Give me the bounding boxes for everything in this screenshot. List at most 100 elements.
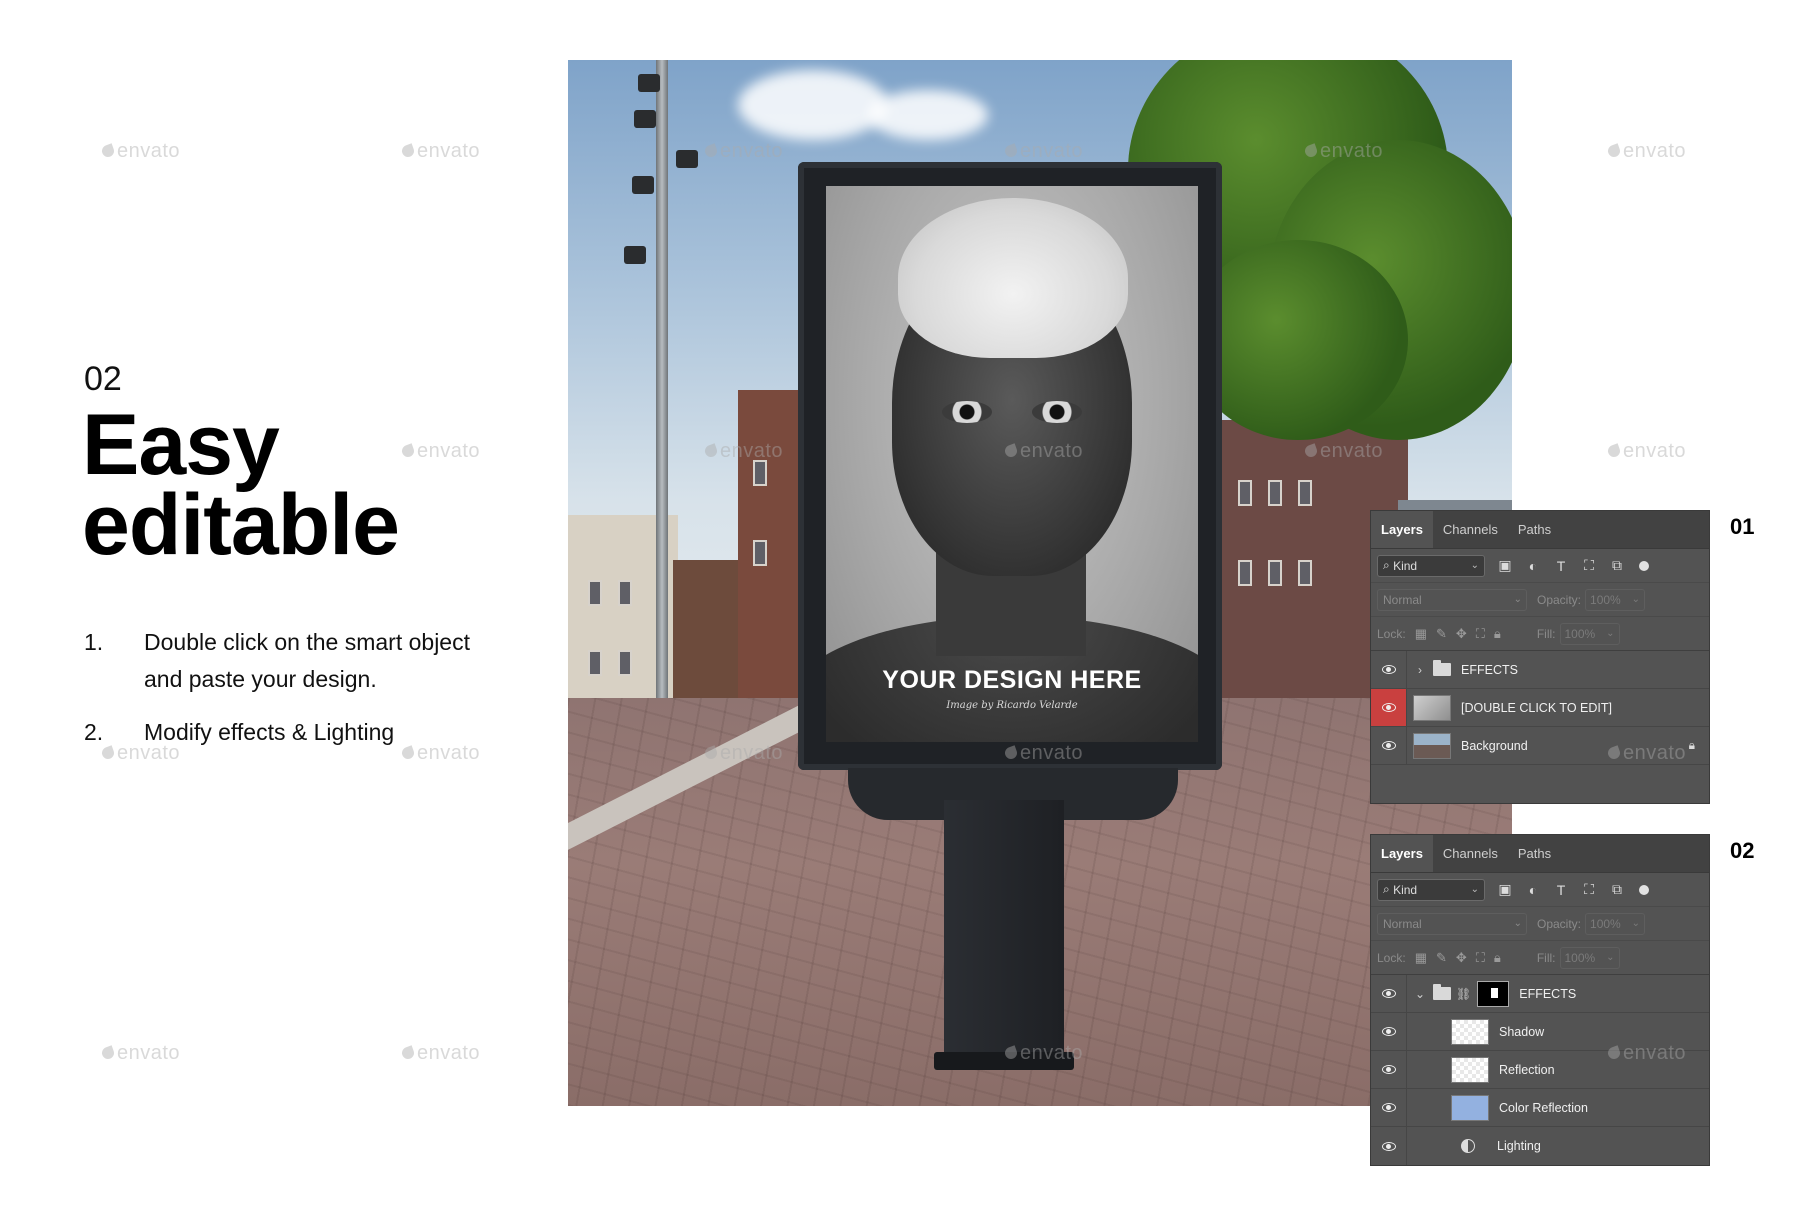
blend-mode-value: Normal xyxy=(1383,916,1422,931)
opacity-field[interactable]: 100% ⌄ xyxy=(1585,588,1646,611)
kind-filter-select[interactable]: ⌕ Kind ⌄ xyxy=(1377,554,1485,577)
lock-all-icon[interactable]: 🔒︎ xyxy=(1494,950,1501,966)
eye-icon xyxy=(1381,1141,1396,1151)
fill-field[interactable]: 100% ⌄ xyxy=(1559,946,1620,969)
chevron-down-icon: ⌄ xyxy=(1470,560,1479,571)
model-hair xyxy=(898,198,1128,358)
instruction-number: 1. xyxy=(84,629,104,655)
filter-toggle[interactable] xyxy=(1639,560,1649,571)
visibility-toggle[interactable] xyxy=(1371,1013,1407,1050)
watermark: envato xyxy=(1303,140,1383,163)
watermark: envato xyxy=(1003,440,1083,463)
chevron-down-icon: ⌄ xyxy=(1513,593,1522,605)
lock-transparency-icon[interactable]: ▦ xyxy=(1415,626,1427,642)
smart-object-thumbnail xyxy=(1413,694,1451,721)
lock-pixels-icon[interactable]: ✎ xyxy=(1436,626,1447,642)
tab-paths[interactable]: Paths xyxy=(1508,511,1561,548)
shape-filter-icon[interactable]: ⛶ xyxy=(1581,881,1597,898)
window xyxy=(753,540,767,566)
model-eye xyxy=(1032,401,1082,423)
blend-mode-select[interactable]: Normal ⌄ xyxy=(1377,912,1527,935)
layer-name: Background xyxy=(1461,738,1528,753)
panel-tabs: Layers Channels Paths xyxy=(1371,835,1709,873)
layer-name: Color Reflection xyxy=(1499,1100,1588,1115)
eye-icon xyxy=(1381,1065,1396,1074)
window xyxy=(1298,560,1312,586)
billboard-poster[interactable]: YOUR DESIGN HERE Image by Ricardo Velard… xyxy=(826,186,1198,742)
window xyxy=(618,650,632,676)
fill-field[interactable]: 100% ⌄ xyxy=(1559,622,1620,645)
kind-filter-select[interactable]: ⌕ Kind ⌄ xyxy=(1377,878,1485,901)
lamp-head xyxy=(676,150,698,168)
visibility-toggle[interactable] xyxy=(1371,651,1407,688)
layer-name: [DOUBLE CLICK TO EDIT] xyxy=(1461,700,1612,715)
layer-row-effects[interactable]: › EFFECTS xyxy=(1371,651,1709,689)
type-filter-icon[interactable]: T xyxy=(1553,882,1569,898)
opacity-label: Opacity: xyxy=(1537,592,1582,607)
visibility-toggle[interactable] xyxy=(1371,1089,1407,1126)
lock-artboard-icon[interactable]: ⛶ xyxy=(1476,950,1485,966)
chevron-down-icon: ⌄ xyxy=(1631,593,1641,605)
blend-mode-select[interactable]: Normal ⌄ xyxy=(1377,588,1527,611)
color-fill-thumbnail xyxy=(1451,1094,1489,1121)
blend-row: Normal ⌄ Opacity: 100% ⌄ xyxy=(1371,583,1709,617)
watermark: envato xyxy=(1606,742,1686,765)
adjustment-filter-icon[interactable]: ◐ xyxy=(1525,558,1541,574)
window xyxy=(618,580,632,606)
lock-artboard-icon[interactable]: ⛶ xyxy=(1476,626,1485,642)
image-filter-icon[interactable]: ▣ xyxy=(1497,557,1513,574)
filter-toggle[interactable] xyxy=(1639,884,1649,895)
eye-icon xyxy=(1381,741,1396,750)
panel-label-02: 02 xyxy=(1730,838,1755,863)
chevron-right-icon[interactable]: › xyxy=(1413,663,1427,677)
watermark: envato xyxy=(400,140,480,163)
tab-channels[interactable]: Channels xyxy=(1433,835,1508,872)
lock-position-icon[interactable]: ✥ xyxy=(1456,950,1467,966)
fill-value: 100% xyxy=(1564,950,1596,965)
image-filter-icon[interactable]: ▣ xyxy=(1497,881,1513,898)
window xyxy=(1268,480,1282,506)
panel-empty-area xyxy=(1371,765,1709,803)
smart-object-filter-icon[interactable]: ⧉ xyxy=(1609,557,1625,574)
opacity-value: 100% xyxy=(1590,916,1621,931)
lock-transparency-icon[interactable]: ▦ xyxy=(1415,950,1427,966)
folder-icon xyxy=(1433,984,1451,1000)
fill-value: 100% xyxy=(1564,626,1596,641)
watermark: envato xyxy=(703,440,783,463)
lock-pixels-icon[interactable]: ✎ xyxy=(1436,950,1447,966)
filter-row: ⌕ Kind ⌄ ▣ ◐ T ⛶ ⧉ xyxy=(1371,549,1709,583)
opacity-field[interactable]: 100% ⌄ xyxy=(1585,912,1646,935)
layer-row-lighting[interactable]: Lighting xyxy=(1371,1127,1709,1165)
layer-row-smart-object[interactable]: [DOUBLE CLICK TO EDIT] xyxy=(1371,689,1709,727)
adjustment-filter-icon[interactable]: ◐ xyxy=(1525,882,1541,898)
layer-name: Lighting xyxy=(1497,1139,1541,1153)
chevron-down-icon: ⌄ xyxy=(1631,917,1641,929)
layer-mask-thumbnail[interactable] xyxy=(1477,980,1510,1007)
instruction-item: 1. Double click on the smart object and … xyxy=(84,624,504,698)
visibility-toggle[interactable] xyxy=(1371,1051,1407,1088)
cloud xyxy=(738,70,888,140)
link-icon: ⛓ xyxy=(1456,986,1472,1001)
lock-position-icon[interactable]: ✥ xyxy=(1456,626,1467,642)
tab-layers[interactable]: Layers xyxy=(1371,511,1433,548)
model-eye xyxy=(942,401,992,423)
lock-all-icon[interactable]: 🔒︎ xyxy=(1494,626,1501,642)
tab-channels[interactable]: Channels xyxy=(1433,511,1508,548)
headline-line-2: editable xyxy=(82,477,400,573)
lock-label: Lock: xyxy=(1377,950,1406,965)
visibility-toggle[interactable] xyxy=(1371,1127,1407,1165)
layer-name: EFFECTS xyxy=(1461,662,1518,677)
type-filter-icon[interactable]: T xyxy=(1553,558,1569,574)
smart-object-filter-icon[interactable]: ⧉ xyxy=(1609,881,1625,898)
lamp-head xyxy=(634,110,656,128)
layer-row-color-reflection[interactable]: Color Reflection xyxy=(1371,1089,1709,1127)
tab-layers[interactable]: Layers xyxy=(1371,835,1433,872)
layer-row-effects[interactable]: ⌄ ⛓ EFFECTS xyxy=(1371,975,1709,1013)
chevron-down-icon[interactable]: ⌄ xyxy=(1413,987,1427,1001)
visibility-toggle[interactable] xyxy=(1371,689,1407,726)
tab-paths[interactable]: Paths xyxy=(1508,835,1561,872)
visibility-toggle[interactable] xyxy=(1371,975,1407,1012)
shape-filter-icon[interactable]: ⛶ xyxy=(1581,557,1597,574)
layer-thumbnail xyxy=(1451,1018,1489,1045)
visibility-toggle[interactable] xyxy=(1371,727,1407,764)
